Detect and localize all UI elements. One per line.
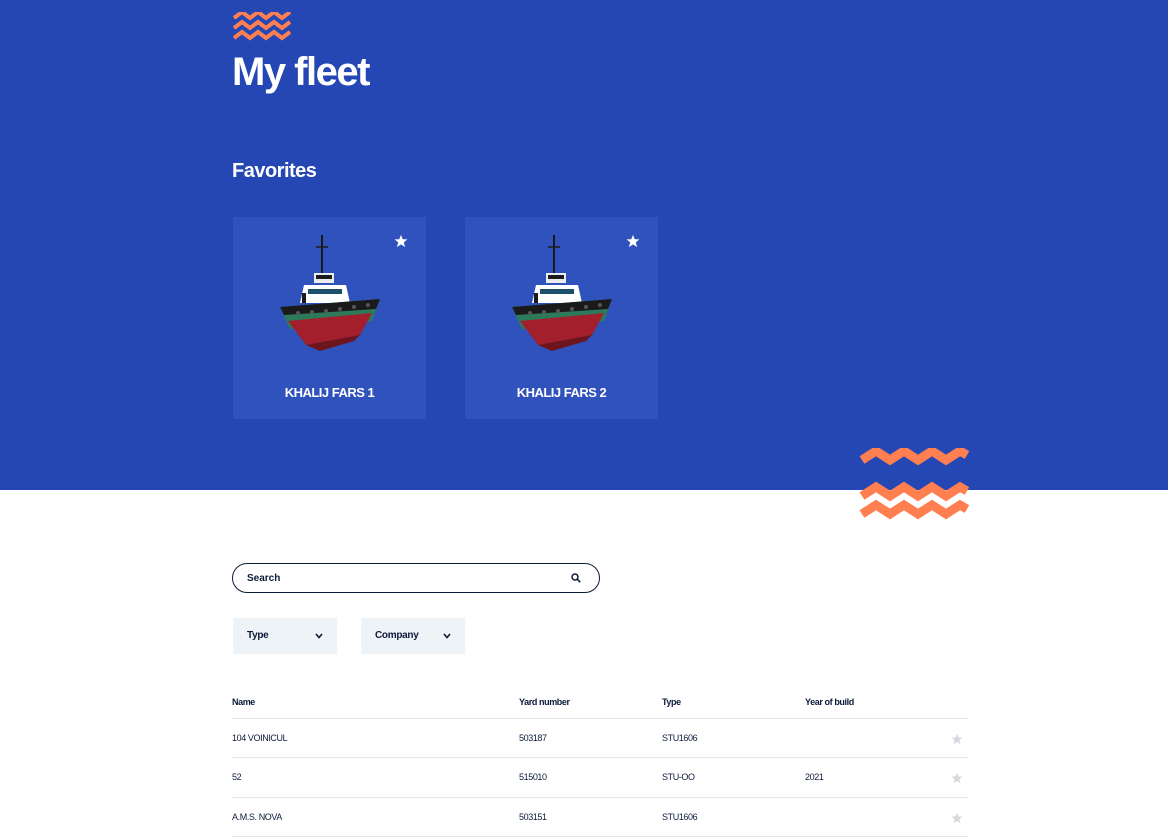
search-input[interactable] <box>247 568 557 588</box>
star-icon[interactable] <box>626 234 640 248</box>
table-divider <box>232 757 968 758</box>
page-title: My fleet <box>232 50 370 94</box>
tugboat-image <box>280 235 380 351</box>
star-icon[interactable] <box>951 772 963 784</box>
tugboat-image <box>512 235 612 351</box>
table-cell-type: STU1606 <box>662 733 698 743</box>
column-header-year-of-build[interactable]: Year of build <box>805 697 854 707</box>
table-cell-name[interactable]: 52 <box>232 772 242 782</box>
table-cell-yard-number: 503187 <box>519 733 547 743</box>
table-divider <box>232 836 968 837</box>
favorite-card-name: KHALIJ FARS 2 <box>516 385 607 400</box>
type-filter-label: Type <box>247 630 269 641</box>
table-cell-type: STU-OO <box>662 772 695 782</box>
company-filter-label: Company <box>375 630 419 641</box>
chevron-down-icon <box>315 633 323 639</box>
favorite-card[interactable]: KHALIJ FARS 2 <box>465 217 658 419</box>
column-header-name[interactable]: Name <box>232 697 255 707</box>
column-header-yard-number[interactable]: Yard number <box>519 697 570 707</box>
chevron-down-icon <box>443 633 451 639</box>
zigzag-decoration-icon <box>859 448 969 520</box>
table-cell-name[interactable]: 104 VOINICUL <box>232 733 288 743</box>
star-icon[interactable] <box>394 234 408 248</box>
company-filter-dropdown[interactable]: Company <box>361 618 465 654</box>
search-icon[interactable] <box>571 573 581 583</box>
column-header-type[interactable]: Type <box>662 697 681 707</box>
table-cell-name[interactable]: A.M.S. NOVA <box>232 812 282 822</box>
star-icon[interactable] <box>951 733 963 745</box>
hero-section: My fleet Favorites KHALIJ FARS 1 KHALIJ … <box>0 0 1168 490</box>
type-filter-dropdown[interactable]: Type <box>233 618 337 654</box>
favorite-card-name: KHALIJ FARS 1 <box>284 385 375 400</box>
table-cell-year: 2021 <box>805 772 824 782</box>
table-divider <box>232 797 968 798</box>
favorite-card[interactable]: KHALIJ FARS 1 <box>233 217 426 419</box>
search-bar <box>232 563 600 593</box>
star-icon[interactable] <box>951 812 963 824</box>
table-cell-yard-number: 503151 <box>519 812 547 822</box>
table-cell-yard-number: 515010 <box>519 772 547 782</box>
favorites-heading: Favorites <box>232 160 317 182</box>
table-cell-type: STU1606 <box>662 812 698 822</box>
table-divider <box>232 718 968 719</box>
zigzag-logo-icon <box>232 12 292 41</box>
